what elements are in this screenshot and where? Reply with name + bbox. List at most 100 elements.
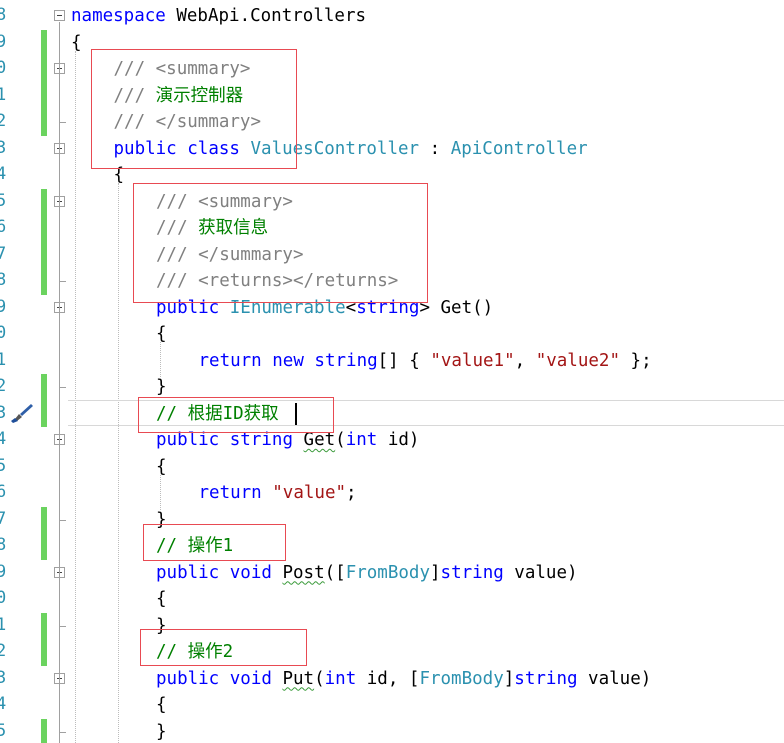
code-token: public	[156, 562, 220, 583]
line-number: 4	[0, 429, 7, 449]
change-indicator	[41, 639, 47, 666]
change-indicator	[41, 188, 47, 215]
fold-outline	[59, 578, 60, 626]
code-token: [] {	[377, 350, 431, 371]
change-indicator	[41, 109, 47, 136]
code-token: public	[156, 430, 220, 450]
code-token: string	[314, 350, 378, 371]
line-number: 3	[0, 667, 7, 688]
line-number: 8	[0, 535, 7, 555]
indent-guide	[160, 474, 161, 512]
annotation-box-comment-op1	[143, 524, 286, 561]
change-indicator	[41, 533, 47, 560]
line-number: 9	[0, 561, 7, 582]
code-token: > Get()	[419, 297, 494, 318]
indent-guide	[118, 183, 119, 743]
line-number: 2	[0, 111, 7, 131]
annotation-box-comment-op2	[140, 629, 307, 666]
line-number: 9	[0, 296, 7, 317]
fold-outline	[59, 446, 60, 520]
code-text: }	[156, 377, 167, 397]
code-token: Post	[282, 562, 325, 583]
line-number: 1	[0, 349, 7, 370]
code-token: FromBody	[419, 668, 504, 689]
annotation-box-doc-summary-class	[91, 49, 297, 169]
code-text: {	[156, 457, 167, 477]
fold-outline-end	[59, 519, 66, 521]
fold-outline	[59, 684, 60, 732]
change-indicator	[41, 374, 47, 401]
line-number: 8	[0, 5, 7, 25]
fold-outline	[59, 313, 60, 387]
line-number: 2	[0, 641, 7, 661]
code-token: Put	[282, 668, 315, 689]
code-token: {	[156, 589, 167, 609]
change-indicator	[41, 241, 47, 268]
code-text: namespace WebApi.Controllers	[71, 6, 366, 26]
fold-outline-end	[59, 625, 66, 627]
change-indicator	[41, 718, 47, 743]
fold-outline-end	[59, 387, 66, 388]
code-token: string	[514, 668, 578, 689]
code-token: }	[156, 721, 167, 742]
paintbrush-icon[interactable]	[8, 402, 34, 424]
fold-outline	[59, 207, 60, 281]
code-token: value)	[503, 562, 578, 583]
code-text: return new string[] { "value1", "value2"…	[199, 351, 652, 371]
code-token: int	[345, 430, 378, 450]
code-token: FromBody	[345, 562, 430, 583]
fold-outline-end	[59, 731, 66, 733]
line-number: 4	[0, 164, 7, 184]
line-number: 8	[0, 270, 7, 290]
code-token: int	[324, 668, 357, 689]
code-token: "value2"	[535, 350, 620, 371]
code-token: new	[272, 350, 304, 371]
code-token: Get	[303, 430, 336, 450]
code-text: public string Get(int id)	[156, 430, 419, 450]
code-token: return	[198, 483, 262, 503]
code-token: return	[198, 350, 262, 371]
code-token: public	[156, 668, 220, 689]
line-number: 5	[0, 720, 7, 741]
code-text: public void Post([FromBody]string value)	[156, 563, 578, 583]
code-text: {	[156, 695, 167, 715]
line-number: 5	[0, 455, 7, 476]
code-text: return "value";	[199, 483, 357, 503]
code-token: id, [	[356, 668, 420, 689]
code-token: ]	[430, 562, 441, 583]
annotation-box-comment-get-by-id	[138, 397, 334, 433]
code-token: ,	[514, 350, 536, 371]
code-text: {	[156, 324, 167, 344]
line-number: 2	[0, 376, 7, 396]
line-number: 1	[0, 614, 7, 635]
code-text: {	[156, 589, 167, 609]
code-token: value)	[577, 668, 652, 689]
code-token: ApiController	[450, 138, 588, 159]
code-token: namespace	[71, 6, 166, 26]
code-token: ]	[503, 668, 515, 689]
line-number: 9	[0, 31, 7, 52]
code-editor[interactable]: 8 namespace WebApi.Controllers 9{0/// <sum…	[0, 0, 784, 743]
change-indicator	[41, 29, 47, 56]
line-number: 6	[0, 217, 7, 237]
line-number: 0	[0, 58, 7, 78]
code-token: "value1"	[430, 350, 515, 371]
code-token: void	[229, 562, 272, 583]
collapse-icon[interactable]	[54, 10, 65, 21]
change-indicator	[41, 268, 47, 295]
line-number: 4	[0, 694, 7, 714]
line-number: 6	[0, 482, 7, 502]
code-line[interactable]: 8 namespace WebApi.Controllers	[0, 3, 784, 30]
change-indicator	[41, 506, 47, 533]
code-token: }	[156, 377, 167, 397]
change-indicator	[41, 56, 47, 83]
code-token: id)	[377, 430, 420, 450]
change-indicator	[41, 215, 47, 242]
